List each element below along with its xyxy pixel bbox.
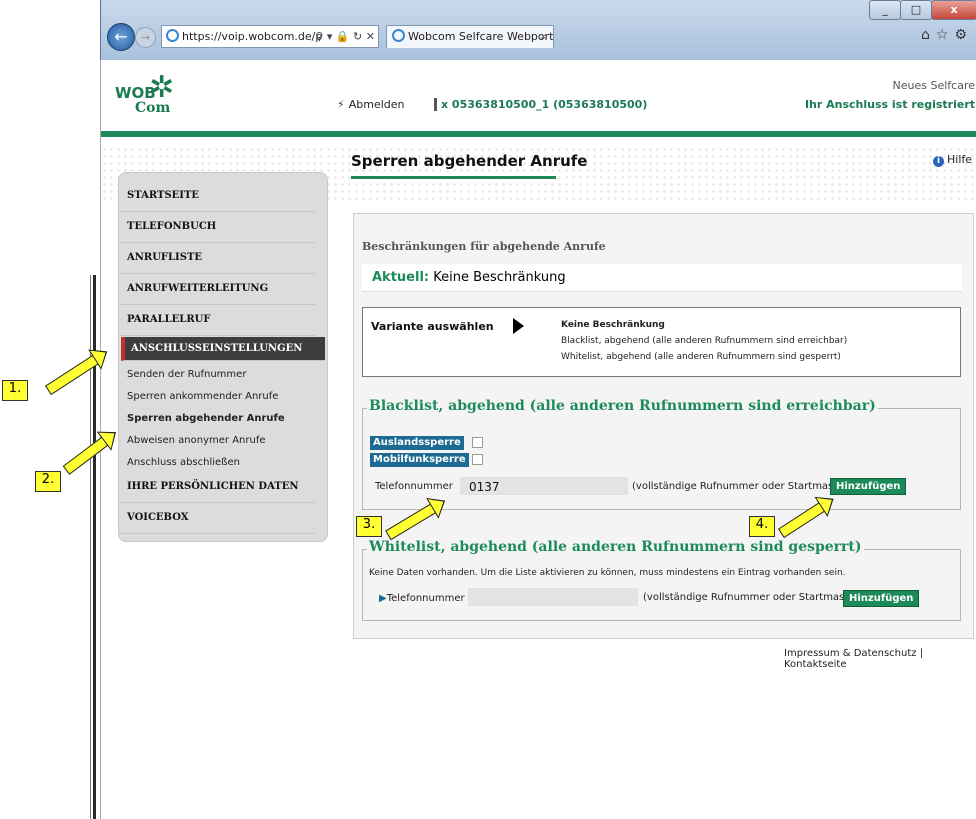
minimize-button[interactable]: _ — [869, 0, 901, 20]
current-value: Keine Beschränkung — [433, 270, 566, 285]
whitelist-phone-input[interactable] — [468, 588, 638, 606]
browser-tab[interactable]: Wobcom Selfcare Webportal × — [386, 25, 554, 48]
blacklist-add-button[interactable]: Hinzufügen — [830, 478, 907, 495]
sidebar-subitem-senden[interactable]: Senden der Rufnummer — [127, 369, 246, 380]
sidebar-subitem-abweisen-anonym[interactable]: Abweisen anonymer Anrufe — [127, 435, 266, 446]
sidebar-subitem-sperren-abgehend[interactable]: Sperren abgehender Anrufe — [127, 413, 285, 424]
tab-title: Wobcom Selfcare Webportal — [408, 30, 554, 43]
address-bar[interactable]: https://voip.wobcom.de/p ⚲ ▾ 🔒 ↻ ✕ — [161, 25, 379, 48]
registration-status: Ihr Anschluss ist registriert — [804, 98, 975, 111]
toolbar-icons: ⌂☆⚙ — [921, 27, 973, 43]
desktop-margin — [0, 0, 98, 819]
favorites-icon[interactable]: ☆ — [936, 27, 955, 43]
screenshot: _ □ x ← → https://voip.wobcom.de/p ⚲ ▾ 🔒… — [0, 0, 976, 819]
help-label: Hilfe — [947, 153, 973, 166]
restrictions-panel: Beschränkungen für abgehende Anrufe Aktu… — [353, 213, 974, 639]
blacklist-legend: Blacklist, abgehend (alle anderen Rufnum… — [367, 398, 878, 414]
close-button[interactable]: x — [931, 0, 976, 20]
navigation-bar: ← → https://voip.wobcom.de/p ⚲ ▾ 🔒 ↻ ✕ W… — [101, 23, 976, 51]
variant-selector: Variante auswählen Keine Beschränkung Bl… — [362, 307, 961, 377]
annotation-4: 4. — [749, 516, 775, 537]
whitelist-add-button[interactable]: Hinzufügen — [843, 590, 920, 607]
title-underline — [351, 176, 556, 179]
sidebar-item-anrufweiterleitung[interactable]: ANRUFWEITERLEITUNG — [119, 274, 315, 305]
auslandssperre-checkbox[interactable] — [472, 437, 483, 448]
whitelist-phone-text: Telefonnummer — [386, 593, 465, 604]
sidebar-item-anrufliste[interactable]: ANRUFLISTE — [119, 243, 315, 274]
annotation-2: 2. — [35, 471, 61, 492]
page-header: ✲ WOB Com ⚡ Abmelden x 05363810500_1 (053… — [101, 60, 976, 132]
logout-icon: ⚡ — [337, 98, 345, 111]
sidebar-item-telefonbuch[interactable]: TELEFONBUCH — [119, 212, 315, 243]
back-button[interactable]: ← — [107, 23, 135, 51]
sidebar-item-voicebox[interactable]: VOICEBOX — [119, 503, 315, 534]
whitelist-section: Whitelist, abgehend (alle anderen Rufnum… — [362, 539, 961, 621]
blacklist-phone-label: Telefonnummer — [375, 481, 453, 492]
mobilfunksperre-checkbox[interactable] — [472, 454, 483, 465]
address-tools-icon[interactable]: ⚲ ▾ 🔒 ↻ ✕ — [315, 26, 375, 47]
ie-icon — [166, 29, 179, 42]
forward-button[interactable]: → — [135, 27, 156, 48]
option-whitelist[interactable]: Whitelist, abgehend (alle anderen Rufnum… — [561, 352, 841, 362]
current-label: Aktuell: — [372, 270, 430, 285]
info-icon: i — [933, 156, 944, 167]
help-link[interactable]: i Hilfe — [933, 153, 972, 167]
sidebar-item-parallelruf[interactable]: PARALLELRUF — [119, 305, 315, 336]
logo-text-bottom: Com — [135, 100, 171, 116]
header-divider — [101, 131, 976, 137]
sidebar-item-persoenliche-daten[interactable]: IHRE PERSÖNLICHEN DATEN — [119, 472, 315, 503]
auslandssperre-label: Auslandssperre — [370, 436, 464, 450]
annotation-3: 3. — [356, 516, 382, 537]
maximize-button[interactable]: □ — [900, 0, 932, 20]
blacklist-hint: (vollständige Rufnummer oder Startmaske) — [632, 481, 849, 492]
gear-icon[interactable]: ⚙ — [954, 27, 973, 43]
whitelist-hint: (vollständige Rufnummer oder Startmaske) — [643, 592, 860, 603]
browser-chrome: _ □ x ← → https://voip.wobcom.de/p ⚲ ▾ 🔒… — [100, 0, 976, 60]
option-keine-beschraenkung[interactable]: Keine Beschränkung — [561, 320, 665, 330]
whitelist-empty-message: Keine Daten vorhanden. Um die Liste akti… — [369, 568, 846, 578]
footer-links[interactable]: Impressum & Datenschutz | Kontaktseite — [784, 648, 976, 670]
page-title: Sperren abgehender Anrufe — [351, 152, 588, 170]
blacklist-section: Blacklist, abgehend (alle anderen Rufnum… — [362, 398, 961, 510]
mobilfunksperre-label: Mobilfunksperre — [370, 453, 469, 467]
sidebar-subitem-anschluss-abschliessen[interactable]: Anschluss abschließen — [127, 457, 240, 468]
selected-arrow-icon — [513, 318, 524, 334]
wobcom-logo[interactable]: ✲ WOB Com — [115, 70, 195, 120]
logout-label: Abmelden — [348, 98, 405, 111]
option-blacklist[interactable]: Blacklist, abgehend (alle anderen Rufnum… — [561, 336, 847, 346]
sidebar-item-startseite[interactable]: STARTSEITE — [119, 181, 315, 212]
whitelist-phone-label: ▶Telefonnummer — [379, 593, 465, 604]
annotation-1: 1. — [2, 380, 28, 401]
window-controls: _ □ x — [869, 0, 976, 20]
tab-close-icon[interactable]: × — [539, 26, 548, 48]
account-info: x 05363810500_1 (05363810500) — [434, 98, 647, 111]
sidebar-item-anschlusseinstellungen[interactable]: ANSCHLUSSEINSTELLUNGEN — [121, 337, 325, 361]
url-text: https://voip.wobcom.de/p — [182, 30, 323, 43]
variant-label: Variante auswählen — [371, 320, 494, 333]
sidebar-subitem-sperren-ankommend[interactable]: Sperren ankommender Anrufe — [127, 391, 278, 402]
current-setting: Aktuell: Keine Beschränkung — [362, 264, 962, 292]
home-icon[interactable]: ⌂ — [921, 27, 936, 43]
logout-link[interactable]: ⚡ Abmelden — [337, 98, 405, 111]
whitelist-legend: Whitelist, abgehend (alle anderen Rufnum… — [367, 539, 864, 555]
new-selfcare-link[interactable]: Neues Selfcare — [893, 79, 975, 92]
blacklist-phone-input[interactable]: 0137 — [460, 477, 628, 495]
expand-arrow-icon[interactable]: ▶ — [379, 593, 387, 604]
web-page: ✲ WOB Com ⚡ Abmelden x 05363810500_1 (053… — [100, 60, 976, 819]
sidebar: STARTSEITE TELEFONBUCH ANRUFLISTE ANRUFW… — [118, 172, 328, 542]
ie-icon — [392, 29, 405, 42]
panel-heading: Beschränkungen für abgehende Anrufe — [362, 240, 606, 253]
